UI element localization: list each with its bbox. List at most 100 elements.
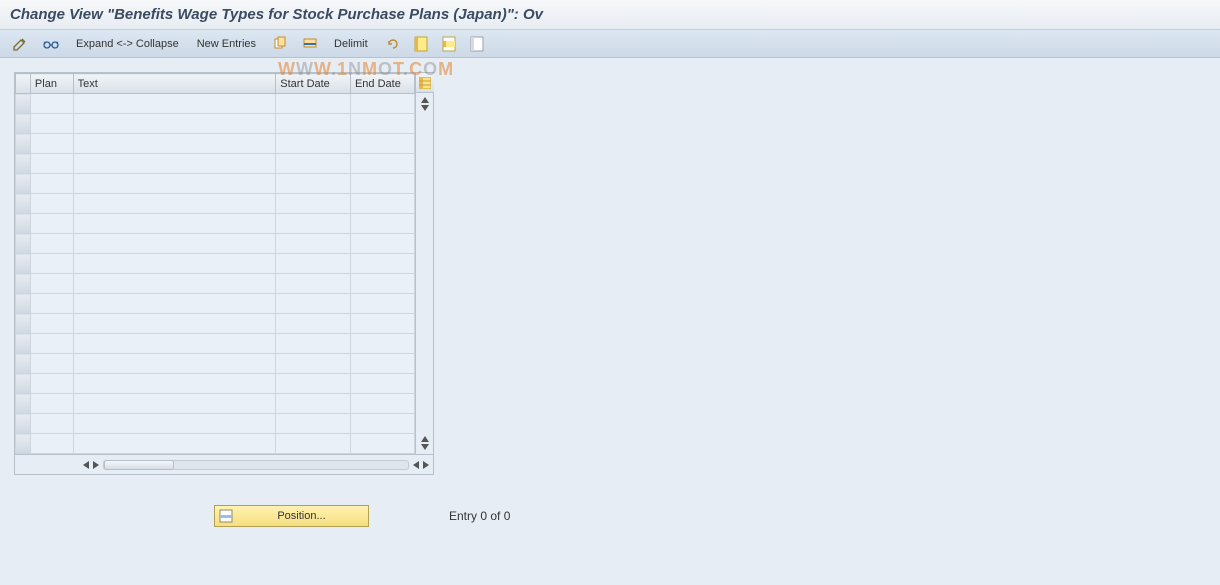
cell-start-date[interactable] <box>276 414 351 434</box>
cell-text[interactable] <box>73 234 276 254</box>
cell-plan[interactable] <box>30 314 73 334</box>
row-selector[interactable] <box>16 394 31 414</box>
cell-plan[interactable] <box>30 174 73 194</box>
table-row[interactable] <box>16 234 415 254</box>
cell-start-date[interactable] <box>276 94 351 114</box>
table-row[interactable] <box>16 274 415 294</box>
cell-plan[interactable] <box>30 274 73 294</box>
grid-table[interactable]: Plan Text Start Date End Date <box>15 73 415 454</box>
table-row[interactable] <box>16 294 415 314</box>
expand-collapse-button[interactable]: Expand <-> Collapse <box>70 34 185 54</box>
cell-text[interactable] <box>73 254 276 274</box>
select-all-button[interactable] <box>410 34 432 54</box>
cell-text[interactable] <box>73 374 276 394</box>
cell-text[interactable] <box>73 414 276 434</box>
row-selector[interactable] <box>16 154 31 174</box>
col-header-plan[interactable]: Plan <box>30 74 73 94</box>
row-selector-header[interactable] <box>16 74 31 94</box>
cell-end-date[interactable] <box>350 294 414 314</box>
position-button[interactable]: Position... <box>214 505 369 527</box>
cell-start-date[interactable] <box>276 394 351 414</box>
row-selector[interactable] <box>16 294 31 314</box>
scroll-left-icon-end[interactable] <box>413 461 419 469</box>
cell-end-date[interactable] <box>350 154 414 174</box>
cell-text[interactable] <box>73 274 276 294</box>
cell-end-date[interactable] <box>350 414 414 434</box>
cell-plan[interactable] <box>30 134 73 154</box>
table-row[interactable] <box>16 194 415 214</box>
copy-button[interactable] <box>268 34 292 54</box>
cell-start-date[interactable] <box>276 354 351 374</box>
toggle-edit-button[interactable] <box>8 34 32 54</box>
row-selector[interactable] <box>16 334 31 354</box>
table-row[interactable] <box>16 134 415 154</box>
cell-end-date[interactable] <box>350 354 414 374</box>
cell-plan[interactable] <box>30 254 73 274</box>
row-selector[interactable] <box>16 274 31 294</box>
cell-end-date[interactable] <box>350 374 414 394</box>
cell-start-date[interactable] <box>276 154 351 174</box>
row-selector[interactable] <box>16 254 31 274</box>
cell-end-date[interactable] <box>350 134 414 154</box>
scroll-up-icon-bottom[interactable] <box>421 436 429 442</box>
scroll-right-icon-end[interactable] <box>423 461 429 469</box>
cell-end-date[interactable] <box>350 194 414 214</box>
table-settings-button[interactable] <box>416 73 434 93</box>
scroll-left-icon[interactable] <box>83 461 89 469</box>
cell-start-date[interactable] <box>276 274 351 294</box>
scroll-down-icon[interactable] <box>421 105 429 111</box>
table-row[interactable] <box>16 434 415 454</box>
table-row[interactable] <box>16 174 415 194</box>
cell-plan[interactable] <box>30 394 73 414</box>
cell-text[interactable] <box>73 354 276 374</box>
table-row[interactable] <box>16 154 415 174</box>
scroll-up-icon[interactable] <box>421 97 429 103</box>
cell-text[interactable] <box>73 434 276 454</box>
cell-start-date[interactable] <box>276 194 351 214</box>
row-selector[interactable] <box>16 374 31 394</box>
cell-text[interactable] <box>73 294 276 314</box>
row-selector[interactable] <box>16 354 31 374</box>
cell-end-date[interactable] <box>350 174 414 194</box>
row-selector[interactable] <box>16 434 31 454</box>
row-selector[interactable] <box>16 114 31 134</box>
table-row[interactable] <box>16 414 415 434</box>
cell-plan[interactable] <box>30 214 73 234</box>
cell-start-date[interactable] <box>276 254 351 274</box>
cell-text[interactable] <box>73 314 276 334</box>
cell-start-date[interactable] <box>276 234 351 254</box>
horizontal-scrollbar[interactable] <box>14 455 434 475</box>
cell-start-date[interactable] <box>276 134 351 154</box>
table-row[interactable] <box>16 374 415 394</box>
cell-text[interactable] <box>73 214 276 234</box>
cell-start-date[interactable] <box>276 174 351 194</box>
delimit-button[interactable]: Delimit <box>328 34 374 54</box>
row-selector[interactable] <box>16 234 31 254</box>
table-row[interactable] <box>16 254 415 274</box>
cell-text[interactable] <box>73 134 276 154</box>
table-row[interactable] <box>16 354 415 374</box>
col-header-text[interactable]: Text <box>73 74 276 94</box>
cell-end-date[interactable] <box>350 314 414 334</box>
delete-button[interactable] <box>298 34 322 54</box>
cell-text[interactable] <box>73 94 276 114</box>
cell-end-date[interactable] <box>350 334 414 354</box>
cell-start-date[interactable] <box>276 114 351 134</box>
table-row[interactable] <box>16 214 415 234</box>
cell-start-date[interactable] <box>276 334 351 354</box>
cell-text[interactable] <box>73 394 276 414</box>
col-header-start-date[interactable]: Start Date <box>276 74 351 94</box>
vertical-scrollbar[interactable] <box>416 93 433 454</box>
cell-plan[interactable] <box>30 154 73 174</box>
cell-end-date[interactable] <box>350 94 414 114</box>
cell-plan[interactable] <box>30 234 73 254</box>
row-selector[interactable] <box>16 414 31 434</box>
cell-plan[interactable] <box>30 194 73 214</box>
cell-plan[interactable] <box>30 94 73 114</box>
cell-end-date[interactable] <box>350 254 414 274</box>
cell-plan[interactable] <box>30 414 73 434</box>
cell-start-date[interactable] <box>276 314 351 334</box>
row-selector[interactable] <box>16 174 31 194</box>
cell-end-date[interactable] <box>350 274 414 294</box>
cell-start-date[interactable] <box>276 434 351 454</box>
